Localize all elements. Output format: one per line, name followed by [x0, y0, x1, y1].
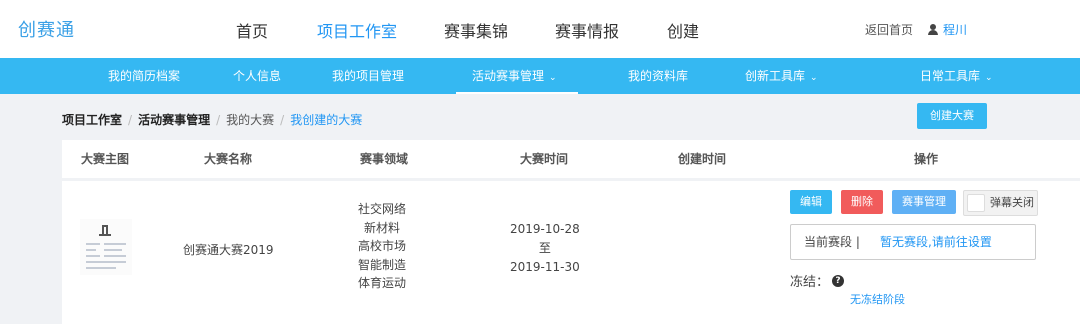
topnav-home[interactable]: 首页	[236, 18, 268, 42]
column-header-name: 大赛名称	[204, 152, 253, 166]
contest-dates: 2019-10-28 至 2019-11-30	[510, 220, 580, 277]
breadcrumb-project-studio[interactable]: 项目工作室	[62, 113, 122, 127]
chevron-down-icon: ⌄	[985, 73, 993, 83]
column-header-domain: 赛事领域	[360, 152, 409, 166]
subnav-my-projects[interactable]: 我的项目管理	[332, 58, 404, 94]
column-header-created: 创建时间	[678, 152, 727, 166]
barrage-toggle[interactable]: 弹幕关闭	[963, 190, 1038, 216]
topnav-contest-collection[interactable]: 赛事集锦	[444, 18, 508, 42]
breadcrumb-separator: /	[280, 113, 285, 127]
domain-item: 体育运动	[358, 276, 407, 290]
contest-manage-button[interactable]: 赛事管理	[892, 190, 956, 214]
barrage-toggle-label: 弹幕关闭	[990, 196, 1034, 209]
breadcrumb-contest-management[interactable]: 活动赛事管理	[138, 113, 210, 127]
chevron-down-icon: ⌄	[810, 73, 818, 83]
subnav-resume[interactable]: 我的简历档案	[108, 58, 180, 94]
delete-button[interactable]: 删除	[841, 190, 883, 214]
user-menu[interactable]: 程川	[928, 21, 967, 38]
question-icon[interactable]: ?	[832, 274, 845, 287]
subnav-daily-tools[interactable]: 日常工具库 ⌄	[920, 58, 993, 94]
end-date: 2019-11-30	[510, 260, 580, 274]
user-icon	[928, 24, 938, 35]
subnav-personal-info[interactable]: 个人信息	[233, 58, 281, 94]
back-home-link[interactable]: 返回首页	[865, 21, 913, 38]
top-header: 创赛通 首页 项目工作室 赛事集锦 赛事情报 创建 返回首页 程川	[0, 0, 1080, 58]
sub-navigation: 我的简历档案 个人信息 我的项目管理 活动赛事管理 ⌄ 我的资料库 创新工具库 ⌄ …	[0, 58, 1080, 94]
site-logo[interactable]: 创赛通	[18, 16, 75, 42]
subnav-innovation-tools[interactable]: 创新工具库 ⌄	[745, 58, 818, 94]
freeze-section: 冻结： ?	[790, 271, 845, 290]
start-date: 2019-10-28	[510, 222, 580, 236]
topnav-project-studio[interactable]: 项目工作室	[317, 18, 397, 42]
domain-item: 新材料	[364, 220, 401, 235]
subnav-contest-management[interactable]: 活动赛事管理 ⌄	[456, 58, 578, 94]
current-stage-label: 当前赛段 |	[804, 235, 860, 249]
domain-item: 高校市场	[358, 239, 407, 253]
edit-button[interactable]: 编辑	[790, 190, 832, 214]
create-contest-button[interactable]: 创建大赛	[917, 103, 987, 129]
column-header-actions: 操作	[914, 152, 939, 166]
freeze-label: 冻结：	[790, 275, 830, 290]
topnav-contest-news[interactable]: 赛事情报	[555, 18, 619, 42]
contest-name: 创赛通大赛2019	[183, 243, 274, 257]
breadcrumb-separator: /	[216, 113, 221, 127]
subnav-contest-management-label: 活动赛事管理	[472, 69, 545, 83]
chevron-down-icon: ⌄	[549, 73, 557, 83]
subnav-daily-tools-label: 日常工具库	[920, 69, 981, 83]
contest-thumbnail-image[interactable]	[80, 219, 132, 275]
table-header: 大赛主图 大赛名称 赛事领域 大赛时间 创建时间 操作	[62, 140, 1080, 178]
user-name: 程川	[943, 23, 968, 37]
domain-item: 智能制造	[358, 257, 407, 272]
column-header-image: 大赛主图	[81, 152, 130, 166]
subnav-my-library[interactable]: 我的资料库	[628, 58, 688, 94]
breadcrumb-separator: /	[128, 113, 133, 127]
domain-item: 社交网络	[358, 202, 407, 216]
contest-domains: 社交网络 新材料 高校市场 智能制造 体育运动	[358, 200, 406, 293]
date-separator: 至	[538, 241, 551, 255]
subnav-innovation-tools-label: 创新工具库	[745, 69, 806, 83]
toggle-knob	[967, 194, 985, 212]
freeze-stage-link[interactable]: 无冻结阶段	[850, 291, 905, 307]
breadcrumb-current: 我创建的大赛	[290, 113, 363, 127]
breadcrumb: 项目工作室 / 活动赛事管理 / 我的大赛 / 我创建的大赛	[62, 111, 362, 128]
column-header-time: 大赛时间	[520, 152, 569, 166]
current-stage-box: 当前赛段 | 暂无赛段,请前往设置	[790, 224, 1036, 260]
breadcrumb-my-contests[interactable]: 我的大赛	[226, 113, 274, 127]
topnav-create[interactable]: 创建	[667, 18, 699, 42]
set-stage-link[interactable]: 暂无赛段,请前往设置	[880, 225, 992, 259]
